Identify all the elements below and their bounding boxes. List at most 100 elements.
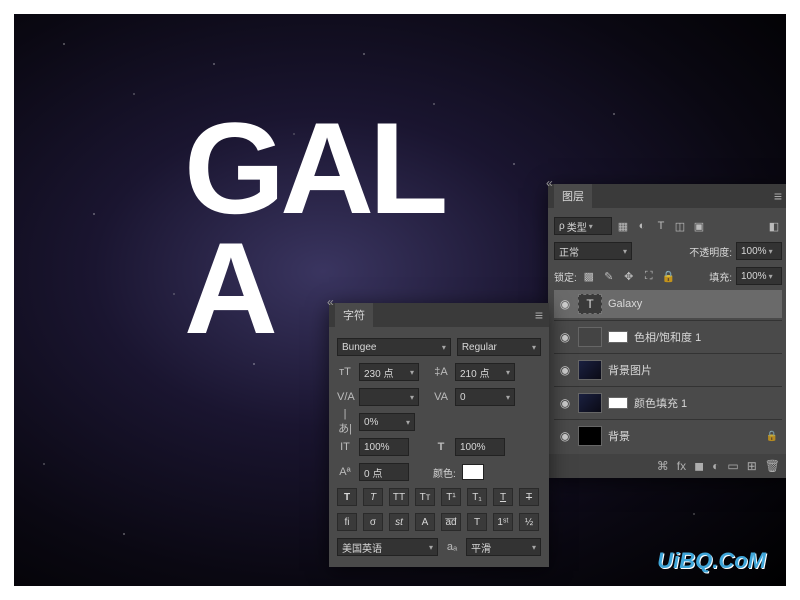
filter-toggle-icon[interactable]: ◧ bbox=[766, 218, 782, 234]
lock-fill-row: 锁定: ▩ ✎ ✥ ⛶ 🔒 填充: 100%▾ bbox=[554, 265, 782, 287]
fill-label: 填充: bbox=[709, 269, 732, 284]
layer-item-background[interactable]: ◉ 背景 🔒 bbox=[554, 422, 782, 450]
layer-item-hue[interactable]: ◉ 色相/饱和度 1 bbox=[554, 323, 782, 351]
fx-icon[interactable]: fx bbox=[677, 459, 686, 473]
lock-label: 锁定: bbox=[554, 269, 577, 284]
color-swatch[interactable] bbox=[462, 464, 484, 480]
filter-type-icon[interactable]: T bbox=[653, 218, 669, 234]
stylistic-button[interactable]: st bbox=[389, 513, 409, 531]
canvas-area: GAL A « 图层 ≡ ρ类型▾ ▦ ◐ T ◫ ▣ ◧ 正常▾ 不透明度: … bbox=[14, 14, 786, 586]
height-input[interactable]: 0%▾ bbox=[359, 413, 415, 431]
new-layer-icon[interactable]: ⊞ bbox=[747, 459, 757, 473]
layer-name: Galaxy bbox=[608, 298, 778, 310]
allcaps-button[interactable]: TT bbox=[389, 488, 409, 506]
language-select[interactable]: 美国英语▾ bbox=[337, 538, 438, 556]
layer-item-colorfill[interactable]: ◉ 颜色填充 1 bbox=[554, 389, 782, 417]
link-icon[interactable]: ⌘ bbox=[657, 459, 669, 473]
layers-footer: ⌘ fx ◼ ◐ ▭ ⊞ 🗑 bbox=[548, 454, 786, 478]
layer-item-galaxy[interactable]: ◉ T Galaxy bbox=[554, 290, 782, 318]
height-icon: |あ| bbox=[337, 408, 353, 436]
filter-type-select[interactable]: ρ类型▾ bbox=[554, 217, 612, 235]
visibility-icon[interactable]: ◉ bbox=[558, 363, 572, 377]
trash-icon[interactable]: 🗑 bbox=[765, 459, 780, 473]
panel-collapse-icon[interactable]: « bbox=[327, 295, 334, 309]
font-size-input[interactable]: 230 点▾ bbox=[359, 363, 419, 381]
lock-brush-icon[interactable]: ✎ bbox=[601, 268, 617, 284]
fill-input[interactable]: 100%▾ bbox=[736, 267, 782, 285]
layer-thumb-fill bbox=[578, 393, 602, 413]
hscale-icon: T bbox=[433, 441, 449, 453]
layers-panel-body: ρ类型▾ ▦ ◐ T ◫ ▣ ◧ 正常▾ 不透明度: 100%▾ 锁定: ▩ ✎… bbox=[548, 208, 786, 454]
italic-button[interactable]: T bbox=[363, 488, 383, 506]
adjustment-icon[interactable]: ◐ bbox=[712, 459, 719, 473]
layer-thumb-bg bbox=[578, 426, 602, 446]
layers-panel-header[interactable]: « 图层 ≡ bbox=[548, 184, 786, 208]
bold-button[interactable]: T bbox=[337, 488, 357, 506]
layer-mask-thumb bbox=[608, 397, 628, 409]
visibility-icon[interactable]: ◉ bbox=[558, 429, 572, 443]
panel-collapse-icon[interactable]: « bbox=[546, 176, 553, 190]
lock-pixels-icon[interactable]: ▩ bbox=[581, 268, 597, 284]
subscript-button[interactable]: T₁ bbox=[467, 488, 487, 506]
font-style-select[interactable]: Regular▾ bbox=[457, 338, 541, 356]
filter-adjust-icon[interactable]: ◐ bbox=[634, 218, 650, 234]
layer-name: 背景图片 bbox=[608, 362, 778, 378]
leading-icon: ‡A bbox=[433, 366, 449, 378]
text-line-1: GAL bbox=[184, 109, 443, 229]
layer-item-bgimg[interactable]: ◉ 背景图片 bbox=[554, 356, 782, 384]
layer-name: 背景 bbox=[608, 428, 760, 444]
hscale-input[interactable]: 100% bbox=[455, 438, 505, 456]
watermark: UiBQ.CoM bbox=[657, 548, 766, 574]
layer-thumb-type: T bbox=[578, 294, 602, 314]
titling-button[interactable]: A bbox=[415, 513, 435, 531]
style-buttons-row-1: T T TT Tᴛ T¹ T₁ T T bbox=[337, 486, 541, 508]
aa-icon: aₐ bbox=[444, 541, 460, 553]
strike-button[interactable]: T bbox=[519, 488, 539, 506]
layer-name: 颜色填充 1 bbox=[634, 395, 778, 411]
visibility-icon[interactable]: ◉ bbox=[558, 330, 572, 344]
layers-panel[interactable]: « 图层 ≡ ρ类型▾ ▦ ◐ T ◫ ▣ ◧ 正常▾ 不透明度: 100%▾ … bbox=[548, 184, 786, 478]
half-button[interactable]: ½ bbox=[519, 513, 539, 531]
filter-pixel-icon[interactable]: ▦ bbox=[615, 218, 631, 234]
layer-thumb-img bbox=[578, 360, 602, 380]
leading-input[interactable]: 210 点▾ bbox=[455, 363, 515, 381]
fractions-button[interactable]: T bbox=[467, 513, 487, 531]
baseline-input[interactable]: 0 点 bbox=[359, 463, 409, 481]
superscript-button[interactable]: T¹ bbox=[441, 488, 461, 506]
mask-icon[interactable]: ◼ bbox=[694, 459, 704, 473]
layer-name: 色相/饱和度 1 bbox=[634, 329, 778, 345]
vscale-input[interactable]: 100% bbox=[359, 438, 409, 456]
character-panel-header[interactable]: « 字符 ≡ bbox=[329, 303, 549, 327]
filter-smart-icon[interactable]: ▣ bbox=[691, 218, 707, 234]
color-label: 颜色: bbox=[433, 465, 456, 480]
ordinals-button[interactable]: a̅d̅ bbox=[441, 513, 461, 531]
character-panel[interactable]: « 字符 ≡ Bungee▾ Regular▾ тT 230 点▾ ‡A 210… bbox=[329, 303, 549, 567]
lock-all-icon[interactable]: 🔒 bbox=[661, 268, 677, 284]
ligatures-button[interactable]: fi bbox=[337, 513, 357, 531]
antialias-select[interactable]: 平滑▾ bbox=[466, 538, 541, 556]
swash-button[interactable]: σ bbox=[363, 513, 383, 531]
group-icon[interactable]: ▭ bbox=[727, 459, 738, 473]
kerning-input[interactable]: ▾ bbox=[359, 388, 419, 406]
underline-button[interactable]: T bbox=[493, 488, 513, 506]
filter-shape-icon[interactable]: ◫ bbox=[672, 218, 688, 234]
vscale-icon: IT bbox=[337, 441, 353, 453]
layers-tab[interactable]: 图层 bbox=[554, 184, 592, 208]
blend-mode-select[interactable]: 正常▾ bbox=[554, 242, 632, 260]
lock-artboard-icon[interactable]: ⛶ bbox=[641, 268, 657, 284]
character-tab[interactable]: 字符 bbox=[335, 303, 373, 327]
visibility-icon[interactable]: ◉ bbox=[558, 297, 572, 311]
filter-type-label: 类型 bbox=[567, 219, 587, 234]
layer-filter-row: ρ类型▾ ▦ ◐ T ◫ ▣ ◧ bbox=[554, 215, 782, 237]
character-panel-body: Bungee▾ Regular▾ тT 230 点▾ ‡A 210 点▾ V/A… bbox=[329, 327, 549, 567]
opacity-input[interactable]: 100%▾ bbox=[736, 242, 782, 260]
panel-menu-icon[interactable]: ≡ bbox=[535, 307, 543, 323]
size-icon: тT bbox=[337, 366, 353, 378]
tracking-input[interactable]: 0▾ bbox=[455, 388, 515, 406]
font-family-select[interactable]: Bungee▾ bbox=[337, 338, 451, 356]
visibility-icon[interactable]: ◉ bbox=[558, 396, 572, 410]
lock-position-icon[interactable]: ✥ bbox=[621, 268, 637, 284]
1st-button[interactable]: 1ˢᵗ bbox=[493, 513, 513, 531]
panel-menu-icon[interactable]: ≡ bbox=[774, 188, 782, 204]
smallcaps-button[interactable]: Tᴛ bbox=[415, 488, 435, 506]
